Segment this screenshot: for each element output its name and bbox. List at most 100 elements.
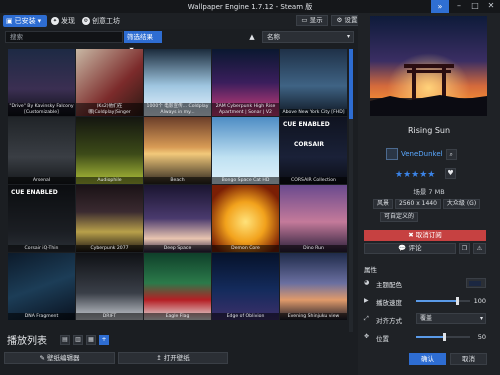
wallpaper-tile[interactable]: Audiophile [76,117,143,184]
wallpaper-tile-caption: Edge of Oblivion [212,312,279,320]
chevron-down-icon: ▾ [37,17,42,25]
cancel-button[interactable]: 取消 [450,353,487,365]
search-input[interactable]: 搜索 [5,31,123,43]
wallpaper-tile-caption: 1000个 电影宣传... Coldplay Always in my... [144,103,211,116]
wallpaper-tile-caption: Above New York City [FHD] [280,108,347,116]
play-icon: ▶ [364,297,369,304]
wallpaper-tile-caption: Dino Run [280,244,347,252]
chevron-down-icon: ▾ [479,315,483,322]
add-playlist-button[interactable]: + [99,335,109,345]
close-icon[interactable]: ✕ [485,1,497,11]
favorite-button[interactable]: ♥ [445,168,456,179]
filter-button[interactable]: 筛选结果 ⏷ [124,31,162,53]
wallpaper-tile[interactable]: CUE ENABLED CORSAIR CORSAIR Collection [280,117,347,184]
wallpaper-tile[interactable]: 1000个 电影宣传... Coldplay Always in my... [144,49,211,116]
wallpaper-tile[interactable]: Bongo Space Cat HD [212,117,279,184]
wallpaper-tile[interactable]: Cyberpunk 2077 [76,185,143,252]
wallpaper-preview [370,16,487,116]
position-slider[interactable] [416,333,470,341]
wallpaper-tile[interactable]: DNA Fragment [8,253,75,320]
property-playback-rate: ▶ 播放速度 100 [364,297,486,307]
playback-rate-slider[interactable] [416,297,470,305]
maximize-icon[interactable]: □ [469,1,481,11]
wallpaper-tile[interactable]: 2AM Cyberpunk High Rise Apartment | Sona… [212,49,279,116]
copy-icon[interactable]: ❐ [459,243,470,254]
wallpaper-tile-caption: Bongo Space Cat HD [212,176,279,184]
wallpaper-tile-caption: DNA Fragment [8,312,75,320]
tag-list: 风景 2560 x 1440 大众级 (G) [373,199,481,209]
wallpaper-tile-caption: Beach [144,176,211,184]
wallpaper-tile-caption: Arsenal [8,176,75,184]
wallpaper-tile[interactable]: Dino Run [280,185,347,252]
wallpaper-tile-caption: "Drive" By Kavinsky Falcony [Customizabl… [8,103,75,116]
playlist-toolbar: ▤ ▥ ▦ + [60,335,109,345]
color-picker[interactable] [466,278,486,288]
open-wallpaper-button[interactable]: ↥ 打开壁纸 [118,352,228,364]
wallpaper-tile-caption: (Ks2)他们在哪|Coldplay|Singer [76,103,143,116]
wallpaper-tile-caption: 2AM Cyberpunk High Rise Apartment | Sona… [212,103,279,116]
wallpaper-tile-caption: DRIFT [76,312,143,320]
wallpaper-tile[interactable]: DRIFT [76,253,143,320]
wallpaper-tile[interactable]: "Drive" By Kavinsky Falcony [Customizabl… [8,49,75,116]
properties-title: 属性 [364,266,377,274]
wallpaper-tile-caption: CORSAIR Collection [280,176,347,184]
palette-icon: ◕ [364,279,370,286]
search-icon[interactable]: ⌕ [445,148,457,160]
wallpaper-tile[interactable]: Beach [144,117,211,184]
minimize-icon[interactable]: – [453,1,465,11]
chevron-down-icon: ▾ [346,33,350,40]
comment-button[interactable]: 💬 评论 [364,243,456,254]
wallpaper-tile[interactable]: Demon Core [212,185,279,252]
tab-installed[interactable]: ▣ 已安装 ▾ [3,15,47,27]
compass-icon: ✦ [51,17,59,25]
sort-select[interactable]: 名称 ▾ [262,31,354,43]
author-name[interactable]: VeneDunkel [401,150,443,158]
tag-customizable[interactable]: 可自定义的 [380,212,419,222]
wallpaper-editor-button[interactable]: ✎ 壁纸编辑器 [4,352,115,364]
avatar[interactable] [386,148,398,160]
sort-direction-icon[interactable]: ▲ [247,31,257,43]
tag[interactable]: 风景 [373,199,394,209]
save-playlist-icon[interactable]: ▥ [73,335,83,345]
tab-workshop[interactable]: ⚙ 创意工坊 [82,15,120,27]
grid-scrollbar[interactable] [349,49,353,332]
install-icon: ▣ [6,17,13,25]
wallpaper-tile[interactable]: Arsenal [8,117,75,184]
configure-playlist-icon[interactable]: ▦ [86,335,96,345]
expand-panel-button[interactable]: » [431,0,449,13]
align-icon: ⤢ [364,315,369,322]
steam-icon: ⚙ [82,17,90,25]
cue-enabled-badge: CUE ENABLED [11,189,58,196]
scroll-thumb[interactable] [349,49,353,119]
wallpaper-tile[interactable]: Evening Shinjuku view [280,253,347,320]
wallpaper-tile-caption: Evening Shinjuku view [280,312,347,320]
wallpaper-tile[interactable]: Edge of Oblivion [212,253,279,320]
wallpaper-tile[interactable]: Above New York City [FHD] [280,49,347,116]
tag[interactable]: 2560 x 1440 [395,199,441,209]
property-alignment: ⤢ 对齐方式 覆盖 ▾ [364,313,486,325]
title-bar: Wallpaper Engine 1.7.12 - Steam 版 » – □ … [0,0,500,13]
unsubscribe-button[interactable]: ✖ 取消订阅 [364,230,486,241]
wallpaper-tile[interactable]: (Ks2)他们在哪|Coldplay|Singer [76,49,143,116]
ok-button[interactable]: 确认 [409,353,446,365]
load-playlist-icon[interactable]: ▤ [60,335,70,345]
wallpaper-tile-caption: Eagle Flag [144,312,211,320]
wallpaper-tile[interactable]: Deep Space [144,185,211,252]
cue-enabled-badge: CUE ENABLED [283,121,330,128]
author-row: VeneDunkel ⌕ [386,148,457,160]
wallpaper-tile-caption: Demon Core [212,244,279,252]
move-icon: ✥ [364,333,370,340]
corsair-logo-text: CORSAIR [294,141,324,148]
window-title: Wallpaper Engine 1.7.12 - Steam 版 [187,3,313,11]
wallpaper-title: Rising Sun [407,126,451,135]
wallpaper-tile-caption: Deep Space [144,244,211,252]
wallpaper-tile[interactable]: CUE ENABLED Corsair iQ-Thin [8,185,75,252]
wallpaper-tile[interactable]: Eagle Flag [144,253,211,320]
report-icon[interactable]: ⚠ [473,243,486,254]
rating-stars: ★★★★★ [395,170,436,180]
display-button[interactable]: ▭ 显示 [296,15,328,26]
alignment-select[interactable]: 覆盖 ▾ [416,313,486,324]
tag[interactable]: 大众级 (G) [442,199,481,209]
wallpaper-tile-caption: Cyberpunk 2077 [76,244,143,252]
tab-discover[interactable]: ✦ 发现 [51,15,75,27]
